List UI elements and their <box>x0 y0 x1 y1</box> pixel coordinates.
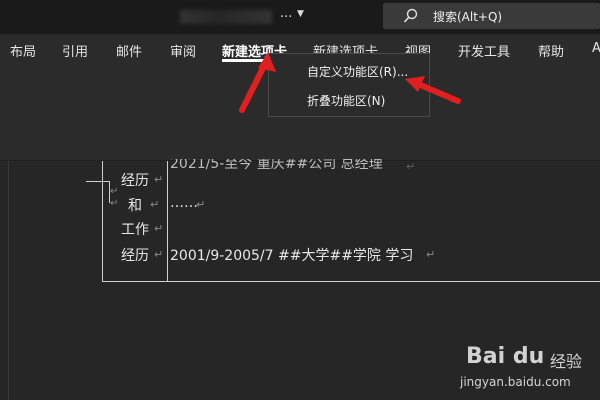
document-title-blurred <box>180 10 272 24</box>
paragraph-mark: ↵ <box>154 173 164 186</box>
paragraph-mark: ↵ <box>154 248 164 261</box>
chevron-down-icon[interactable]: ▼ <box>297 9 304 19</box>
page-edge <box>8 161 9 400</box>
tab-mailings[interactable]: 邮件 <box>116 41 142 60</box>
search-icon <box>403 8 418 23</box>
word-window: ... ▼ 搜索(Alt+Q) 布局 引用 邮件 审阅 新建选项卡 新建选项卡 … <box>0 0 600 400</box>
paragraph-mark: ↵ <box>110 198 119 209</box>
paragraph-mark: ↵ <box>196 198 206 211</box>
title-bar: ... ▼ 搜索(Alt+Q) <box>0 0 600 34</box>
paragraph-mark: ↵ <box>154 222 164 235</box>
paragraph-mark: ↵ <box>406 160 416 173</box>
table-row-label: 经历 <box>121 173 149 189</box>
title-ellipsis[interactable]: ... <box>280 6 292 21</box>
table-row-label: 工作 <box>121 222 149 238</box>
tab-review[interactable]: 审阅 <box>170 41 196 60</box>
tab-layout[interactable]: 布局 <box>10 41 36 60</box>
table-row-label: 和 <box>128 198 142 214</box>
tab-help[interactable]: 帮助 <box>538 41 564 60</box>
table-column-divider <box>167 161 168 281</box>
tab-references[interactable]: 引用 <box>62 41 88 60</box>
paragraph-mark: ↵ <box>110 186 119 197</box>
paragraph-mark: ↵ <box>150 198 160 211</box>
table-cell-text: 2001/9-2005/7 ##大学##学院 学习 <box>170 248 414 264</box>
search-label: 搜索(Alt+Q) <box>433 10 503 24</box>
page-corner-mark <box>86 181 110 182</box>
active-tab-underline <box>222 59 266 62</box>
ribbon-context-menu: 自定义功能区(R)... 折叠功能区(N) <box>268 53 430 117</box>
menu-item-customize-ribbon[interactable]: 自定义功能区(R)... <box>307 63 408 80</box>
table-cell-text: …… <box>170 195 198 211</box>
paragraph-mark: ↵ <box>426 248 436 261</box>
search-box[interactable]: 搜索(Alt+Q) <box>383 3 600 29</box>
watermark-url: jingyan.baidu.com <box>460 375 571 389</box>
table-row-label: 经历 <box>121 248 149 264</box>
watermark-brand-cn: 经验 <box>550 352 583 371</box>
tab-overflow[interactable]: A <box>592 41 600 56</box>
watermark-brand: Bai du <box>466 344 545 369</box>
tab-developer[interactable]: 开发工具 <box>458 41 510 60</box>
menu-item-collapse-ribbon[interactable]: 折叠功能区(N) <box>307 92 385 109</box>
baidu-jingyan-watermark: Bai du 经验 jingyan.baidu.com <box>460 340 600 400</box>
